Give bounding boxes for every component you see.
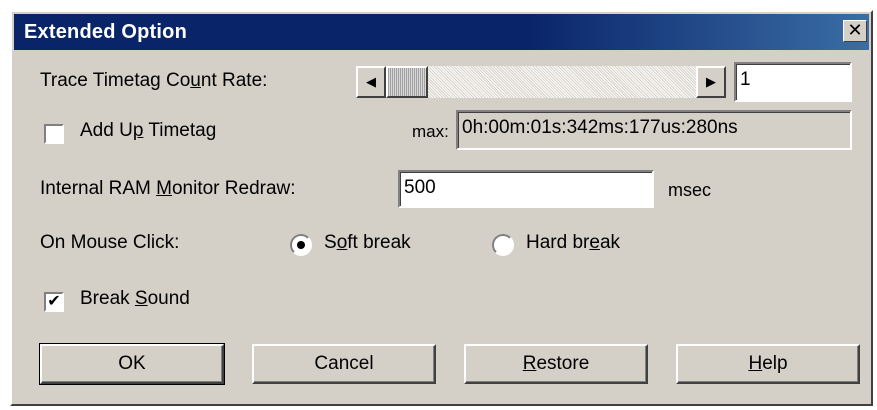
label-part: onitor Redraw: — [171, 178, 296, 199]
ram-monitor-redraw-label: Internal RAM Monitor Redraw: — [40, 178, 296, 200]
extended-option-dialog: Extended Option ✕ Trace Timetag Count Ra… — [10, 10, 873, 406]
mnemonic: S — [134, 288, 148, 309]
radio-selected-dot — [297, 241, 305, 249]
label-part: Trace Timetag Co — [40, 70, 191, 91]
mnemonic: M — [156, 178, 172, 199]
scroll-thumb[interactable] — [386, 66, 428, 98]
label-part: Hard br — [526, 232, 590, 253]
break-sound-label[interactable]: Break Sound — [80, 288, 190, 310]
button-label-part: estore — [536, 353, 590, 374]
mnemonic: p — [132, 120, 144, 141]
hard-break-radio[interactable] — [492, 234, 514, 256]
max-value-field: 0h:00m:01s:342ms:177us:280ns — [456, 110, 852, 150]
soft-break-radio[interactable] — [290, 234, 312, 256]
mnemonic: R — [522, 353, 537, 374]
restore-button[interactable]: Restore — [464, 344, 648, 384]
label-part: Break — [80, 288, 135, 309]
button-label-part: elp — [762, 353, 788, 374]
hard-break-label[interactable]: Hard break — [526, 232, 620, 254]
add-up-timetag-label[interactable]: Add Up Timetag — [80, 120, 216, 142]
ram-monitor-redraw-input[interactable]: 500 — [398, 170, 654, 208]
break-sound-checkbox[interactable]: ✔ — [44, 292, 64, 312]
label-part: ak — [599, 232, 621, 253]
ok-button[interactable]: OK — [39, 343, 225, 385]
label-part: Timetag — [143, 120, 217, 141]
scroll-right-button[interactable]: ▶ — [696, 66, 726, 98]
add-up-timetag-checkbox[interactable] — [44, 124, 64, 144]
max-label: max: — [412, 122, 449, 141]
msec-unit-label: msec — [668, 180, 712, 200]
mnemonic: u — [190, 70, 201, 91]
label-part: ft break — [347, 232, 411, 253]
label-part: Add U — [80, 120, 133, 141]
close-button[interactable]: ✕ — [843, 20, 867, 42]
count-rate-input[interactable]: 1 — [734, 62, 852, 102]
mnemonic: e — [589, 232, 600, 253]
mnemonic: o — [336, 232, 348, 253]
soft-break-label[interactable]: Soft break — [324, 232, 411, 254]
trace-timetag-label: Trace Timetag Count Rate: — [40, 70, 267, 92]
label-part: nt Rate: — [200, 70, 268, 91]
arrow-right-icon: ▶ — [706, 74, 716, 89]
window-title: Extended Option — [24, 21, 187, 43]
help-button[interactable]: Help — [676, 344, 860, 384]
close-icon: ✕ — [847, 20, 863, 40]
label-part: ound — [147, 288, 190, 309]
label-part: Internal RAM — [40, 178, 157, 199]
scroll-left-button[interactable]: ◀ — [356, 66, 386, 98]
check-mark-icon: ✔ — [47, 293, 61, 310]
mnemonic: H — [748, 353, 763, 374]
title-bar[interactable]: Extended Option ✕ — [14, 14, 869, 50]
cancel-button[interactable]: Cancel — [252, 344, 436, 384]
count-rate-scrollbar[interactable]: ◀ ▶ — [356, 66, 726, 98]
arrow-left-icon: ◀ — [366, 74, 376, 89]
label-part: S — [324, 232, 337, 253]
mouse-click-label: On Mouse Click: — [40, 232, 180, 253]
